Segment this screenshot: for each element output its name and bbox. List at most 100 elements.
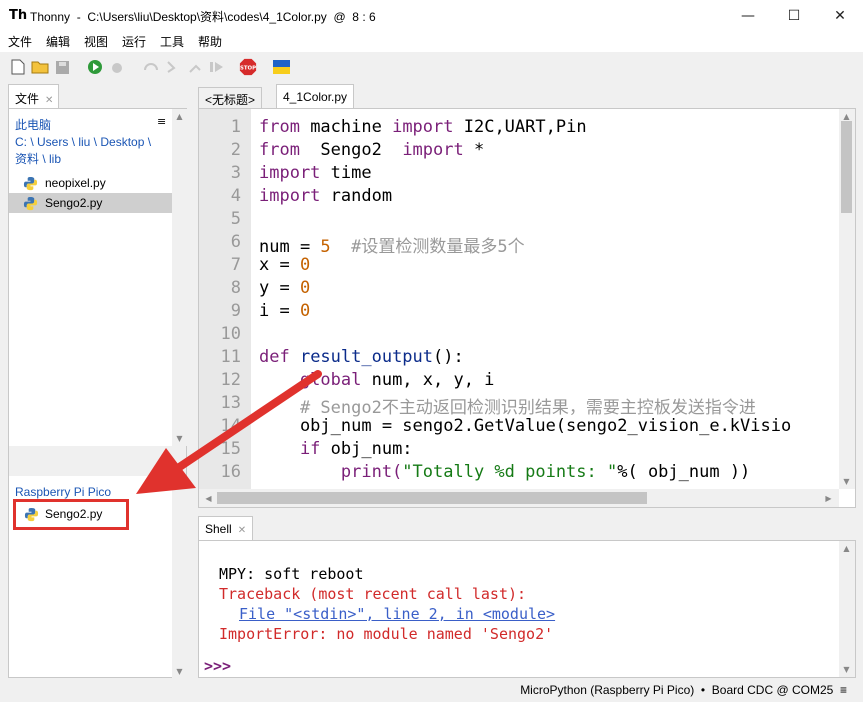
code-line[interactable]: # Sengo2不主动返回检测识别结果，需要主控板发送指令进 — [259, 393, 756, 418]
scroll-up-icon[interactable]: ▲ — [839, 541, 854, 556]
close-window-button[interactable]: ✕ — [817, 0, 863, 31]
code-line[interactable]: from Sengo2 import * — [259, 140, 484, 160]
shell-prompt[interactable]: >>> — [204, 657, 231, 675]
local-title[interactable]: 此电脑 — [15, 117, 165, 134]
comment: # Sengo2不主动返回检测识别结果，需要主控板发送指令进 — [259, 398, 756, 418]
remote-file-item[interactable]: Sengo2.py — [13, 499, 129, 530]
code-line[interactable]: obj_num = sengo2.GetValue(sengo2_vision_… — [259, 416, 791, 436]
tab-shell-label: Shell — [205, 522, 232, 536]
menu-tools[interactable]: 工具 — [160, 33, 184, 50]
remote-file-name: Sengo2.py — [45, 507, 103, 521]
menu-help[interactable]: 帮助 — [198, 33, 222, 50]
editor-horizontal-scrollbar[interactable]: ◀ ▶ — [199, 489, 839, 507]
shell-console[interactable]: MPY: soft reboot Traceback (most recent … — [198, 540, 856, 678]
code-line[interactable]: from machine import I2C,UART,Pin — [259, 117, 587, 137]
line-number: 13 — [220, 393, 241, 413]
code-line[interactable]: global num, x, y, i — [259, 370, 494, 390]
scroll-up-icon[interactable]: ▲ — [172, 109, 187, 124]
local-location[interactable]: 此电脑 C: \ Users \ liu \ Desktop \ 资料 \ li… — [15, 117, 165, 168]
menu-bar: 文件 编辑 视图 运行 工具 帮助 — [0, 31, 863, 52]
line-number: 2 — [230, 140, 241, 160]
tab-untitled[interactable]: <无标题> — [198, 87, 263, 108]
shell-error-line: ImportError: no module named 'Sengo2' — [219, 625, 554, 643]
traceback-file-link[interactable]: File "<stdin>", line 2, in <module> — [239, 605, 555, 623]
shell-traceback-line: Traceback (most recent call last): — [219, 585, 527, 603]
code-line[interactable]: import time — [259, 163, 372, 183]
code-line[interactable]: if obj_num: — [259, 439, 413, 459]
svg-text:STOP: STOP — [240, 65, 256, 71]
code-text: random — [320, 186, 393, 206]
pane-divider[interactable] — [9, 446, 186, 476]
code-line[interactable]: import random — [259, 186, 392, 206]
code-text: I2C,UART,Pin — [453, 117, 587, 137]
run-icon[interactable] — [86, 58, 104, 76]
tab-4-1color[interactable]: 4_1Color.py — [276, 84, 355, 108]
line-number: 14 — [220, 416, 241, 436]
files-menu-icon[interactable]: ≡ — [157, 115, 166, 128]
minimize-button[interactable]: — — [725, 0, 771, 31]
save-icon[interactable] — [53, 58, 71, 76]
keyword: import — [259, 186, 321, 206]
code-line[interactable]: i = 0 — [259, 301, 310, 321]
editor-vertical-scroll-thumb[interactable] — [841, 121, 852, 213]
code-line[interactable]: x = 0 — [259, 255, 310, 275]
line-number: 5 — [230, 209, 241, 229]
debug-icon[interactable] — [108, 58, 126, 76]
code-text: * — [463, 140, 485, 160]
line-number: 7 — [230, 255, 241, 275]
scroll-down-icon[interactable]: ▼ — [839, 662, 854, 677]
remote-title[interactable]: Raspberry Pi Pico — [15, 485, 111, 499]
code-line[interactable]: def result_output(): — [259, 347, 464, 367]
step-over-icon[interactable] — [142, 58, 160, 76]
tab-files[interactable]: 文件 ✕ — [8, 84, 59, 108]
scroll-left-icon[interactable]: ◀ — [201, 491, 216, 506]
menu-edit[interactable]: 编辑 — [46, 33, 70, 50]
close-icon[interactable]: ✕ — [238, 525, 246, 536]
shell-vertical-scrollbar[interactable]: ▲ ▼ — [839, 541, 855, 677]
code-text: num, x, y, i — [361, 370, 495, 390]
step-into-icon[interactable] — [164, 58, 182, 76]
code-text: time — [320, 163, 372, 183]
line-number-gutter: 1 2 3 4 5 6 7 8 9 10 11 12 13 14 15 16 — [199, 109, 251, 489]
resume-icon[interactable] — [208, 58, 226, 76]
python-file-icon — [24, 507, 39, 522]
line-number: 11 — [220, 347, 241, 367]
remote-files-scrollbar[interactable]: ▼ — [172, 476, 187, 679]
keyword: import — [259, 163, 321, 183]
code-line[interactable]: print("Totally %d points: "%( obj_num )) — [259, 462, 750, 482]
comment: #设置检测数量最多5个 — [330, 237, 525, 257]
new-file-icon[interactable] — [9, 58, 27, 76]
keyword: from — [259, 140, 300, 160]
local-path[interactable]: C: \ Users \ liu \ Desktop \ 资料 \ lib — [15, 134, 165, 168]
interpreter-status[interactable]: MicroPython (Raspberry Pi Pico) • Board … — [520, 683, 847, 697]
scroll-down-icon[interactable]: ▼ — [172, 431, 187, 446]
line-number: 3 — [230, 163, 241, 183]
code-text: x = — [259, 255, 300, 275]
menu-run[interactable]: 运行 — [122, 33, 146, 50]
code-text: i = — [259, 301, 300, 321]
step-out-icon[interactable] — [186, 58, 204, 76]
file-item[interactable]: neopixel.py — [9, 173, 172, 193]
code-line[interactable]: y = 0 — [259, 278, 310, 298]
maximize-button[interactable]: ☐ — [771, 0, 817, 31]
tab-shell[interactable]: Shell ✕ — [198, 516, 254, 540]
keyword: def — [259, 347, 290, 367]
code-editor[interactable]: 1 2 3 4 5 6 7 8 9 10 11 12 13 14 15 16 f… — [198, 108, 856, 508]
local-files-scrollbar[interactable]: ▲ ▼ — [172, 109, 187, 446]
line-number: 8 — [230, 278, 241, 298]
editor-horizontal-scroll-thumb[interactable] — [217, 492, 647, 504]
scroll-down-icon[interactable]: ▼ — [839, 474, 854, 489]
ukraine-flag-icon[interactable] — [272, 58, 290, 76]
scroll-down-icon[interactable]: ▼ — [172, 664, 187, 679]
menu-file[interactable]: 文件 — [8, 33, 32, 50]
scroll-right-icon[interactable]: ▶ — [821, 491, 836, 506]
open-folder-icon[interactable] — [31, 58, 49, 76]
close-icon[interactable]: ✕ — [45, 95, 53, 106]
code-line[interactable]: num = 5 #设置检测数量最多5个 — [259, 232, 525, 257]
keyword: import — [402, 140, 464, 160]
file-name: neopixel.py — [45, 176, 106, 190]
number-literal: 5 — [320, 237, 331, 257]
menu-view[interactable]: 视图 — [84, 33, 108, 50]
stop-icon[interactable]: STOP — [239, 58, 257, 76]
file-item[interactable]: Sengo2.py — [9, 193, 172, 213]
